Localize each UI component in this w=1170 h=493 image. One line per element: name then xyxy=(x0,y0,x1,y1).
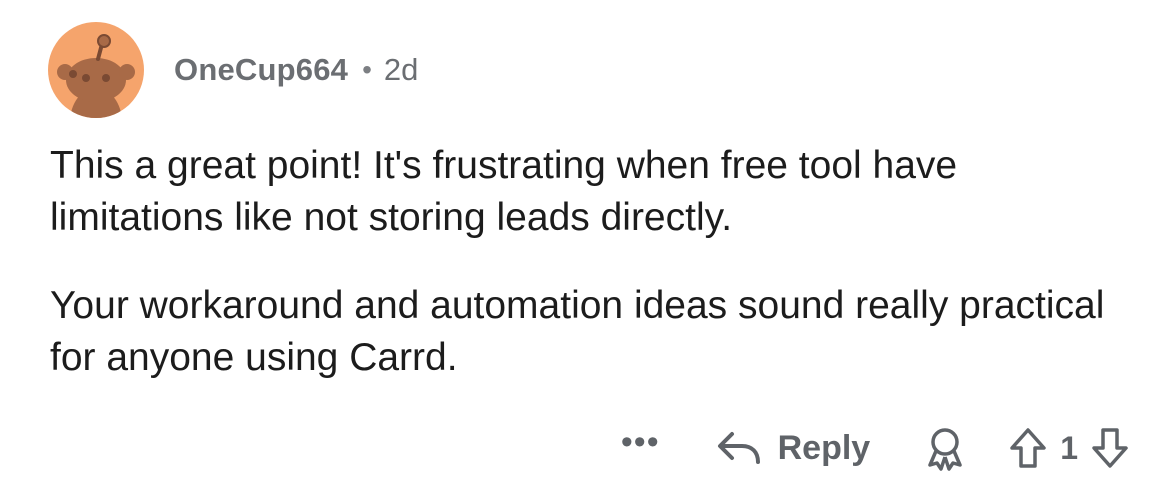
comment-meta: OneCup664 • 2d xyxy=(174,50,418,90)
reply-arrow-icon xyxy=(717,432,760,464)
reply-label: Reply xyxy=(777,428,871,467)
comment-paragraph: This a great point! It's frustrating whe… xyxy=(50,144,958,239)
award-icon xyxy=(928,428,962,471)
more-options-icon[interactable]: ••• xyxy=(621,425,660,459)
comment-header: OneCup664 • 2d xyxy=(48,22,418,118)
downvote-arrow-icon[interactable] xyxy=(1090,426,1130,470)
reply-button[interactable]: Reply xyxy=(716,428,871,468)
award-button[interactable] xyxy=(922,425,968,471)
comment-actions: ••• Reply 1 xyxy=(621,418,1130,478)
comment: OneCup664 • 2d This a great point! It's … xyxy=(0,0,1170,493)
comment-age: 2d xyxy=(383,52,419,87)
upvote-arrow-icon[interactable] xyxy=(1008,426,1048,470)
author-username[interactable]: OneCup664 xyxy=(174,50,348,90)
vote-score: 1 xyxy=(1060,429,1078,466)
comment-paragraph: Your workaround and automation ideas sou… xyxy=(50,284,1105,379)
meta-separator: • xyxy=(362,54,372,85)
snoo-avatar-icon[interactable] xyxy=(48,22,144,118)
vote-controls: 1 xyxy=(1008,426,1130,470)
comment-body: This a great point! It's frustrating whe… xyxy=(50,140,1140,420)
